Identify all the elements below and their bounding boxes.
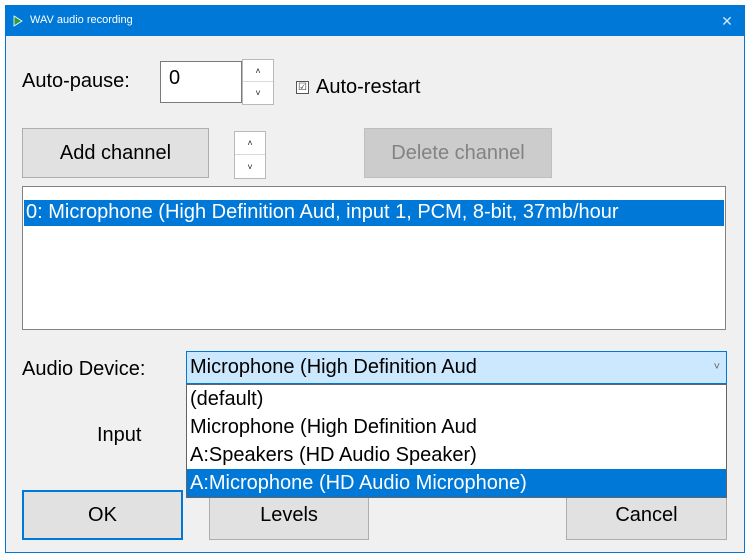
audio-device-selected: Microphone (High Definition Aud xyxy=(190,356,477,378)
autorestart-label: Auto-restart xyxy=(316,76,421,98)
channel-order-spinner[interactable]: ˄ ˅ xyxy=(234,131,266,179)
app-icon xyxy=(13,15,23,27)
move-up-icon[interactable]: ˄ xyxy=(235,132,265,155)
delete-channel-button[interactable]: Delete channel xyxy=(364,128,552,178)
input-label: Input xyxy=(97,424,142,446)
channel-list[interactable]: 0: Microphone (High Definition Aud, inpu… xyxy=(22,186,726,330)
audio-device-select[interactable]: Microphone (High Definition Aud ˅ xyxy=(186,351,727,384)
dropdown-option-highlighted[interactable]: A:Microphone (HD Audio Microphone) xyxy=(187,469,726,497)
wav-recording-dialog: WAV audio recording ✕ Auto-pause: 0 ˄ ˅ … xyxy=(5,5,745,553)
close-icon: ✕ xyxy=(721,12,733,29)
ok-button[interactable]: OK xyxy=(22,490,183,540)
audio-device-dropdown: (default) Microphone (High Definition Au… xyxy=(186,384,727,498)
autopause-label: Auto-pause: xyxy=(22,70,130,92)
close-button[interactable]: ✕ xyxy=(710,6,744,36)
spin-up-icon[interactable]: ˄ xyxy=(243,60,273,82)
dropdown-option[interactable]: A:Speakers (HD Audio Speaker) xyxy=(187,441,726,469)
move-down-icon[interactable]: ˅ xyxy=(235,155,265,178)
title-bar[interactable]: WAV audio recording ✕ xyxy=(6,6,744,36)
autorestart-checkbox[interactable]: ☑ xyxy=(296,81,309,94)
audio-device-label: Audio Device: xyxy=(22,358,146,380)
autopause-spinner[interactable]: ˄ ˅ xyxy=(242,59,274,105)
dropdown-option[interactable]: Microphone (High Definition Aud xyxy=(187,413,726,441)
spin-down-icon[interactable]: ˅ xyxy=(243,82,273,104)
list-item[interactable]: 0: Microphone (High Definition Aud, inpu… xyxy=(24,200,724,226)
dropdown-option[interactable]: (default) xyxy=(187,385,726,413)
add-channel-button[interactable]: Add channel xyxy=(22,128,209,178)
chevron-down-icon[interactable]: ˅ xyxy=(714,352,720,383)
autopause-input[interactable]: 0 xyxy=(160,61,242,103)
window-title: WAV audio recording xyxy=(30,14,133,26)
